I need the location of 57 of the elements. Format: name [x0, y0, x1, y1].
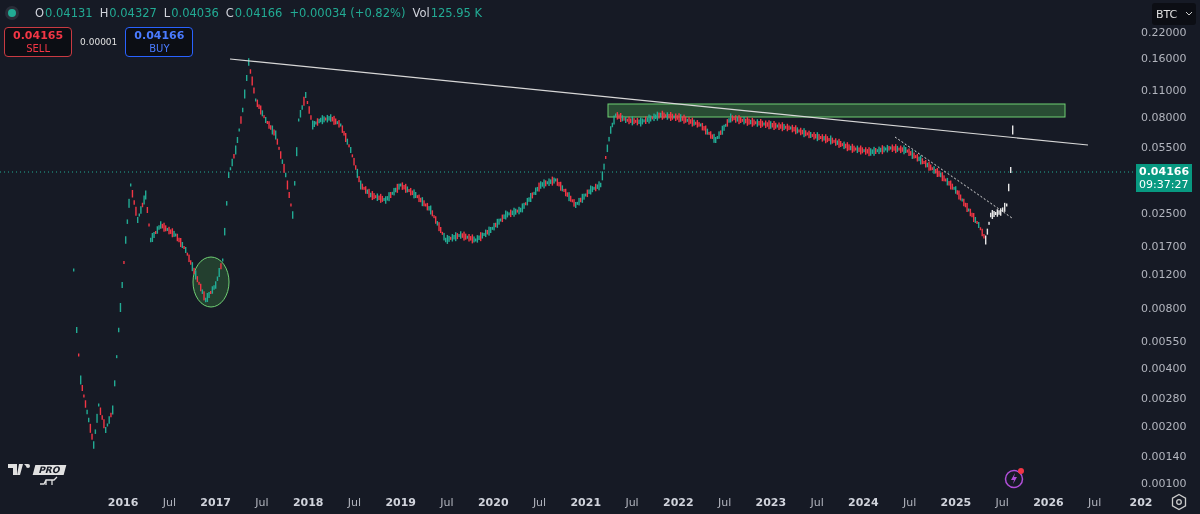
price-change: +0.00034 (+0.82%)	[289, 6, 406, 20]
time-label: Jul	[253, 495, 270, 509]
sell-button[interactable]: 0.04165 SELL	[4, 27, 73, 57]
lightning-icon[interactable]	[1004, 467, 1026, 489]
settings-icon[interactable]	[1170, 493, 1188, 511]
time-label: Jul	[901, 495, 918, 509]
price-label: 0.08000	[1141, 110, 1187, 124]
buy-button[interactable]: 0.04166 BUY	[125, 27, 194, 57]
time-label: 2021	[569, 495, 603, 509]
price-label: 0.02500	[1141, 206, 1187, 220]
time-label: Jul	[624, 495, 640, 509]
time-label: 2016	[106, 495, 140, 509]
price-label: 0.00550	[1141, 334, 1187, 348]
price-label: 0.01200	[1141, 267, 1187, 281]
time-label: Jul	[346, 495, 363, 509]
price-label: 0.00200	[1141, 419, 1187, 433]
price-label: 0.22000	[1141, 25, 1187, 39]
time-label: 2025	[939, 495, 973, 509]
time-label: 2017	[199, 495, 232, 509]
time-label: Jul	[994, 495, 1010, 509]
highlight-ellipse[interactable]	[192, 256, 230, 308]
time-label: 2019	[384, 495, 418, 509]
last-price-label: 0.04166 09:37:27	[1136, 164, 1193, 192]
price-label: 0.01700	[1141, 239, 1187, 253]
time-label: 2023	[754, 495, 788, 509]
ohlc-value: H0.04327	[99, 6, 157, 20]
spread-value: 0.00001	[80, 37, 118, 47]
time-label: 2026	[1032, 495, 1065, 509]
ohlc-value: C0.04166	[225, 6, 283, 20]
trend-line[interactable]	[229, 58, 1089, 146]
price-label: 0.00280	[1141, 391, 1187, 405]
time-label: 2024	[847, 495, 880, 509]
time-label: 2022	[662, 495, 695, 509]
ohlc-value: O0.04131	[35, 6, 93, 20]
status-dot	[8, 9, 16, 17]
time-label: 202	[1128, 495, 1154, 509]
time-label: Jul	[716, 495, 733, 509]
price-label: 0.00800	[1141, 301, 1187, 315]
time-label: Jul	[161, 495, 178, 509]
time-label: Jul	[438, 495, 455, 509]
zone-rectangle[interactable]	[607, 103, 1066, 118]
caret-icon	[1186, 12, 1192, 16]
time-label: 2018	[291, 495, 325, 509]
price-label: 0.05500	[1141, 140, 1187, 154]
trend-line[interactable]	[894, 136, 1013, 219]
price-label: 0.00140	[1141, 449, 1187, 463]
currency-dropdown[interactable]: BTC	[1152, 3, 1196, 25]
price-label: 0.00400	[1141, 361, 1187, 375]
price-label: 0.00100	[1141, 476, 1187, 490]
volume-value: Vol 125.95 K	[412, 6, 483, 20]
time-label: Jul	[531, 495, 548, 509]
time-label: 2020	[476, 495, 510, 509]
price-label: 0.11000	[1141, 83, 1187, 97]
time-label: Jul	[1086, 495, 1103, 509]
price-label: 0.16000	[1141, 51, 1187, 65]
ohlc-value: L0.04036	[163, 6, 219, 20]
time-label: Jul	[809, 495, 825, 509]
